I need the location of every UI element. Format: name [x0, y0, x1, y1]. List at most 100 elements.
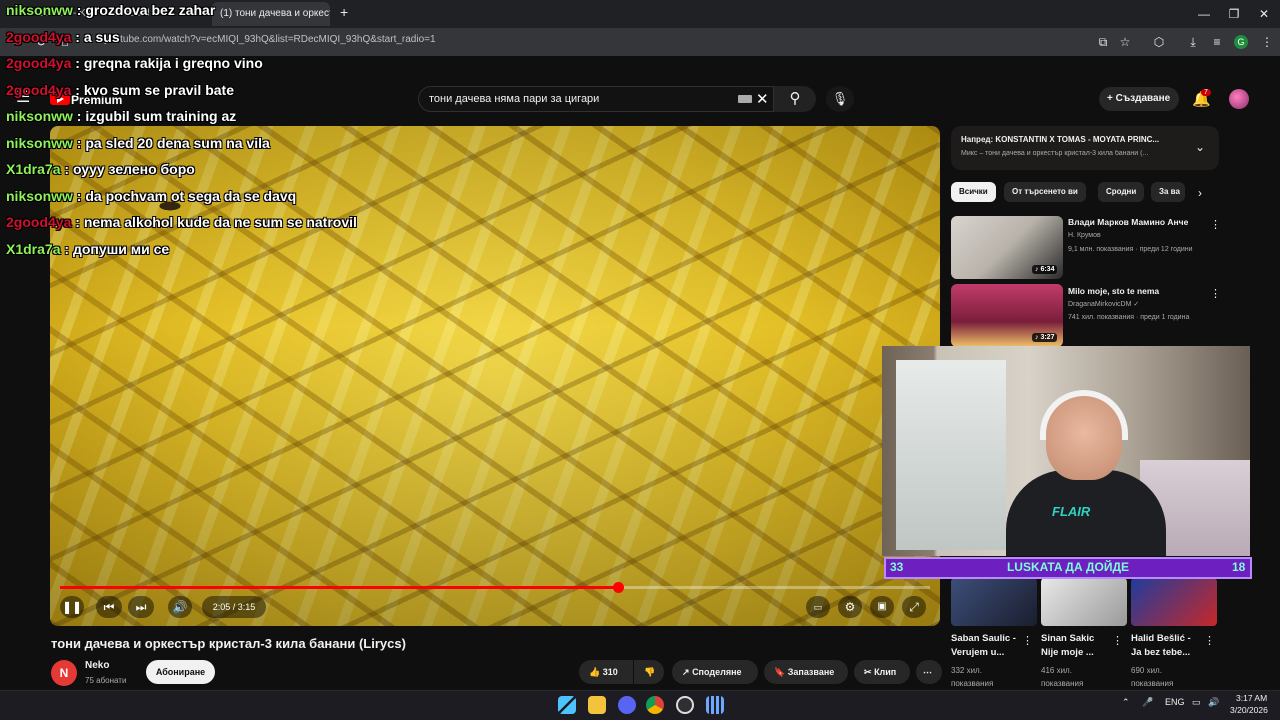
- music-note-icon: ♪: [1035, 334, 1039, 341]
- dislike-button[interactable]: 👎: [634, 660, 664, 684]
- account-avatar[interactable]: [1229, 89, 1249, 109]
- chip-for-you[interactable]: За ва: [1151, 182, 1185, 202]
- playlist-up-next-panel[interactable]: Напред: KONSTANTIN X TOMAS - MOYATA PRIN…: [951, 126, 1219, 170]
- file-explorer-icon[interactable]: [588, 696, 606, 714]
- chat-separator: :: [72, 187, 86, 204]
- chat-message: niksonww : grozdova bez zahar: [6, 1, 215, 19]
- tray-mic-icon[interactable]: 🎤: [1142, 697, 1153, 708]
- shirt-logo: FLAIR: [1052, 504, 1091, 519]
- chat-separator: :: [72, 134, 86, 151]
- kebab-menu-icon[interactable]: ⋮: [1022, 634, 1033, 647]
- chip-related[interactable]: Сродни: [1098, 182, 1145, 202]
- thumbs-down-icon: 👎: [644, 667, 656, 677]
- related-video-channel[interactable]: Н. Крумов: [1068, 232, 1101, 239]
- tray-chevron-up-icon[interactable]: ⌃: [1122, 697, 1130, 708]
- chip-all[interactable]: Всички: [951, 182, 996, 202]
- chat-message-text: допуши ми се: [72, 240, 170, 257]
- chat-username: X1dra7a: [6, 161, 61, 177]
- install-app-icon[interactable]: ⧉: [1094, 33, 1112, 51]
- app-grid-icon[interactable]: [706, 696, 724, 714]
- scissors-icon: ✂: [864, 667, 872, 677]
- browser-menu-icon[interactable]: ⋮: [1258, 33, 1276, 51]
- related-card-title[interactable]: Halid Bešlić - Ja bez tebe...: [1131, 632, 1203, 660]
- chat-message-text: kvo sum se pravil bate: [83, 81, 234, 98]
- obs-icon[interactable]: [676, 696, 694, 714]
- channel-name[interactable]: Neko: [85, 660, 109, 671]
- like-count: 310: [602, 667, 618, 677]
- search-button[interactable]: ⚲: [774, 86, 816, 112]
- discord-icon[interactable]: [618, 696, 636, 714]
- volume-tray-icon[interactable]: 🔊: [1208, 697, 1219, 708]
- kebab-menu-icon[interactable]: ⋮: [1112, 634, 1123, 647]
- up-next-title: Напред: KONSTANTIN X TOMAS - MOYATA PRIN…: [961, 135, 1160, 144]
- create-button[interactable]: + Създаване: [1099, 87, 1179, 111]
- share-button[interactable]: ↗ Споделяне: [672, 660, 758, 684]
- browser-tab-active[interactable]: (1) тони дачева и оркестъ: [212, 2, 330, 26]
- chat-separator: :: [72, 108, 86, 124]
- chevron-down-icon[interactable]: ⌄: [1195, 140, 1205, 154]
- related-card-title[interactable]: Saban Saulic - Verujem u...: [951, 632, 1023, 660]
- stream-goal-right-count: 18: [1232, 560, 1246, 574]
- pause-button[interactable]: ❚❚: [60, 596, 84, 618]
- more-actions-button[interactable]: ⋯: [916, 660, 942, 684]
- clip-button[interactable]: ✂ Клип: [854, 660, 910, 684]
- settings-gear-icon[interactable]: ⚙: [838, 596, 862, 618]
- kebab-menu-icon[interactable]: ⋮: [1204, 634, 1215, 647]
- like-button[interactable]: 👍 310: [579, 660, 633, 684]
- duration-badge: ♪ 3:27: [1032, 333, 1058, 342]
- related-video-title[interactable]: Влади Марков Мамино Анче: [1068, 217, 1188, 227]
- thumbs-up-icon: 👍: [589, 667, 601, 677]
- clock-date[interactable]: 3/20/2026: [1230, 705, 1268, 715]
- new-tab-icon[interactable]: +: [340, 4, 348, 20]
- network-icon[interactable]: ▭: [1192, 697, 1201, 708]
- minimize-button[interactable]: —: [1190, 4, 1218, 24]
- channel-avatar[interactable]: N: [51, 660, 77, 686]
- related-video-channel[interactable]: DraganaMirkovicDM ✓: [1068, 300, 1139, 308]
- url-field[interactable]: youtube.com/watch?v=ecMIQI_93hQ&list=RDe…: [104, 34, 436, 45]
- fullscreen-icon[interactable]: ⤢: [902, 596, 926, 618]
- chrome-icon[interactable]: [646, 696, 664, 714]
- miniplayer-icon[interactable]: ▣: [870, 596, 894, 618]
- browser-profile-avatar[interactable]: G: [1234, 35, 1248, 49]
- kebab-menu-icon[interactable]: ⋮: [1210, 287, 1221, 300]
- chat-message-text: grozdova bez zahar: [85, 2, 216, 18]
- related-card-thumbnail[interactable]: [1131, 578, 1217, 626]
- related-card-title[interactable]: Sinan Sakic Nije moje ...: [1041, 632, 1113, 660]
- chip-from-search[interactable]: От търсенето ви: [1004, 182, 1086, 202]
- close-window-button[interactable]: ✕: [1250, 4, 1278, 24]
- subscribe-button[interactable]: Абониране: [146, 660, 215, 684]
- chat-separator: :: [60, 240, 73, 257]
- clock-time[interactable]: 3:17 AM: [1236, 693, 1267, 703]
- chat-message: niksonww : pa sled 20 dena sum na vila: [6, 134, 270, 152]
- related-card-thumbnail[interactable]: [951, 578, 1037, 626]
- kebab-menu-icon[interactable]: ⋮: [1210, 218, 1221, 231]
- next-icon[interactable]: ⏭: [128, 596, 154, 618]
- maximize-button[interactable]: ❐: [1220, 4, 1248, 24]
- related-card-thumbnail[interactable]: [1041, 578, 1127, 626]
- language-indicator[interactable]: ENG: [1165, 697, 1185, 707]
- windows-start-icon[interactable]: [558, 696, 576, 714]
- clear-search-icon[interactable]: ✕: [756, 90, 769, 108]
- keyboard-icon[interactable]: [738, 95, 752, 103]
- volume-icon[interactable]: 🔊: [168, 596, 192, 618]
- save-button[interactable]: 🔖 Запазване: [764, 660, 848, 684]
- clip-label: Клип: [874, 667, 897, 677]
- chat-separator: :: [71, 214, 84, 230]
- share-icon: ↗: [682, 667, 690, 677]
- chat-message-text: nema alkohol kude da ne sum se natrovil: [83, 214, 357, 230]
- chat-separator: :: [71, 28, 84, 45]
- extensions-icon[interactable]: ⬡: [1150, 33, 1168, 51]
- previous-icon[interactable]: ⏮: [96, 596, 122, 618]
- search-input[interactable]: тони дачева няма пари за цигари: [418, 86, 774, 112]
- subtitles-icon[interactable]: ▭: [806, 596, 830, 618]
- media-control-icon[interactable]: ≡: [1208, 33, 1226, 51]
- voice-search-mic-icon[interactable]: 🎙: [826, 86, 854, 112]
- related-video-title[interactable]: Milo moje, sto te nema: [1068, 286, 1159, 296]
- scrub-handle[interactable]: [612, 582, 624, 593]
- chat-message: 2good4ya : a sus: [6, 28, 120, 46]
- download-icon[interactable]: ⤓: [1184, 33, 1202, 51]
- bookmark-star-icon[interactable]: ☆: [1116, 33, 1134, 51]
- chevron-right-icon[interactable]: ›: [1198, 186, 1202, 200]
- chat-separator: :: [60, 161, 73, 177]
- chat-username: 2good4ya: [6, 214, 72, 230]
